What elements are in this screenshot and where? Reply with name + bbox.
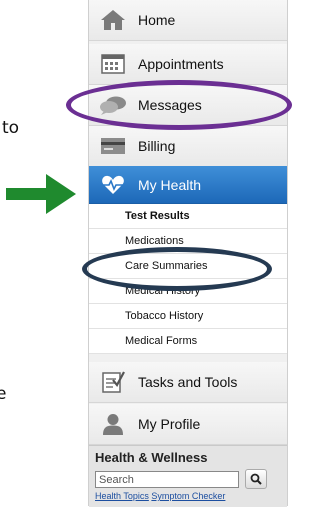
nav-my-profile-label: My Profile	[138, 416, 201, 432]
nav-messages-label: Messages	[138, 97, 202, 113]
nav-my-health[interactable]: My Health	[89, 166, 287, 204]
subnav-care-summaries[interactable]: Care Summaries	[89, 254, 287, 279]
search-input[interactable]	[95, 471, 239, 488]
heartbeat-icon	[98, 173, 128, 197]
partial-text-left: to	[2, 118, 20, 138]
subnav-medications[interactable]: Medications	[89, 229, 287, 254]
credit-card-icon	[98, 134, 128, 158]
search-icon	[250, 473, 262, 485]
nav-billing[interactable]: Billing	[89, 126, 287, 167]
sidebar-nav: Home Appointments Messages Billing My He…	[88, 0, 288, 507]
house-icon	[98, 8, 128, 32]
my-health-submenu: Test Results Medications Care Summaries …	[89, 204, 287, 354]
nav-tasks-label: Tasks and Tools	[138, 374, 238, 390]
checklist-icon	[98, 370, 128, 394]
green-arrow-icon	[6, 174, 76, 214]
nav-home[interactable]: Home	[89, 0, 287, 41]
nav-my-profile[interactable]: My Profile	[89, 404, 287, 445]
nav-appointments[interactable]: Appointments	[89, 44, 287, 85]
subnav-medical-history[interactable]: Medical History	[89, 279, 287, 304]
health-topics-link[interactable]: Health Topics	[95, 491, 149, 501]
nav-messages[interactable]: Messages	[89, 85, 287, 126]
subnav-tobacco-history[interactable]: Tobacco History	[89, 304, 287, 329]
search-button[interactable]	[245, 469, 267, 489]
partial-text-left-bottom: e	[0, 384, 7, 404]
health-links: Health Topics Symptom Checker	[95, 491, 225, 501]
nav-home-label: Home	[138, 12, 176, 28]
symptom-checker-link[interactable]: Symptom Checker	[151, 491, 225, 501]
speech-bubbles-icon	[98, 93, 128, 117]
nav-tasks-tools[interactable]: Tasks and Tools	[89, 362, 287, 403]
subnav-medical-forms[interactable]: Medical Forms	[89, 329, 287, 354]
subnav-test-results[interactable]: Test Results	[89, 204, 287, 229]
person-icon	[98, 412, 128, 436]
health-wellness-title: Health & Wellness	[95, 450, 208, 465]
health-wellness-panel: Health & Wellness Health Topics Symptom …	[89, 445, 287, 507]
calendar-icon	[98, 52, 128, 76]
nav-appointments-label: Appointments	[138, 56, 224, 72]
nav-billing-label: Billing	[138, 138, 176, 154]
nav-my-health-label: My Health	[138, 176, 202, 193]
